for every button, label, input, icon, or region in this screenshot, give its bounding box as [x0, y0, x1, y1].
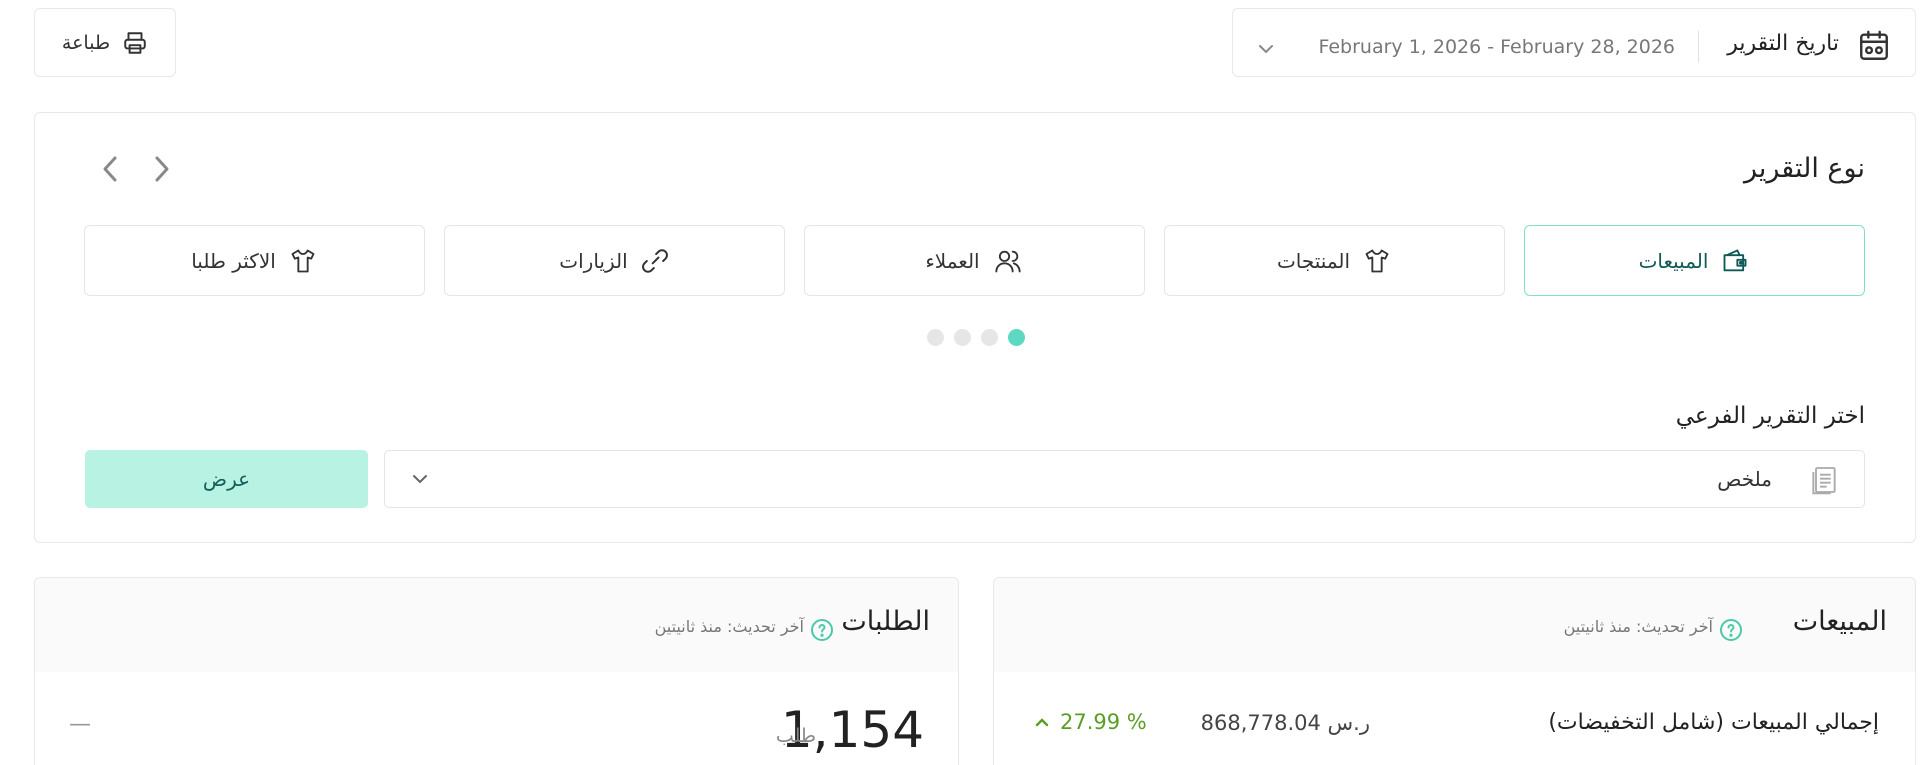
sub-report-label: اختر التقرير الفرعي — [1675, 403, 1865, 429]
total-sales-value: 868,778.04 ر.س — [1200, 711, 1370, 735]
orders-stats-card: الطلبات آخر تحديث: منذ ثانيتين 1,154 طلب… — [34, 577, 959, 765]
chevron-right-icon[interactable] — [151, 153, 171, 185]
tab-sales[interactable]: المبيعات — [1524, 225, 1865, 296]
tab-label: العملاء — [925, 248, 980, 273]
orders-unit: طلب — [775, 725, 816, 747]
divider — [1698, 31, 1699, 63]
report-type-panel: نوع التقرير المبيعات المنتجات العملاء ال… — [34, 112, 1916, 543]
users-icon — [994, 250, 1021, 272]
card-header: المبيعات آخر تحديث: منذ ثانيتين — [994, 578, 1915, 672]
carousel-dot[interactable] — [954, 329, 971, 346]
print-button[interactable]: طباعة — [34, 8, 176, 77]
tab-most-ordered[interactable]: الاكثر طلبا — [84, 225, 425, 296]
tab-label: المنتجات — [1276, 248, 1351, 273]
tab-visits[interactable]: الزيارات — [444, 225, 785, 296]
sales-change: 27.99 % — [1034, 710, 1147, 734]
carousel-dot[interactable] — [981, 329, 998, 346]
sub-report-select[interactable]: ملخص — [384, 450, 1865, 508]
wallet-icon — [1723, 249, 1747, 271]
show-button[interactable]: عرض — [85, 450, 368, 508]
chevron-left-icon[interactable] — [101, 153, 121, 185]
help-icon[interactable] — [810, 618, 834, 642]
tab-customers[interactable]: العملاء — [804, 225, 1145, 296]
sales-stats-card: المبيعات آخر تحديث: منذ ثانيتين إجمالي ا… — [993, 577, 1916, 765]
report-date-label: تاريخ التقرير — [1727, 31, 1839, 56]
card-header: الطلبات آخر تحديث: منذ ثانيتين — [35, 578, 958, 672]
report-type-tabs: المبيعات المنتجات العملاء الزيارات الاكث… — [83, 225, 1865, 296]
total-sales-label: إجمالي المبيعات (شامل التخفيضات) — [1548, 710, 1879, 735]
report-type-title: نوع التقرير — [1744, 153, 1865, 184]
last-updated: آخر تحديث: منذ ثانيتين — [654, 617, 804, 636]
print-label: طباعة — [61, 31, 111, 54]
carousel-pagination — [927, 329, 1025, 346]
orders-title: الطلبات — [841, 606, 930, 637]
carousel-dot[interactable] — [927, 329, 944, 346]
tshirt-icon — [291, 249, 315, 272]
sales-change-value: 27.99 % — [1060, 710, 1147, 734]
help-icon[interactable] — [1719, 618, 1743, 642]
calendar-icon — [1860, 30, 1888, 60]
link-icon — [641, 248, 668, 273]
sub-report-value: ملخص — [1717, 467, 1772, 491]
chevron-up-icon — [1035, 718, 1049, 727]
chevron-down-icon[interactable] — [1257, 43, 1275, 55]
orders-change: — — [69, 712, 91, 737]
report-date-picker[interactable]: تاريخ التقرير February 1, 2026 - Februar… — [1232, 8, 1916, 77]
last-updated: آخر تحديث: منذ ثانيتين — [1563, 617, 1713, 636]
tshirt-icon — [1365, 249, 1389, 272]
tab-products[interactable]: المنتجات — [1164, 225, 1505, 296]
carousel-dot-active[interactable] — [1008, 329, 1025, 346]
sales-title: المبيعات — [1792, 606, 1887, 637]
printer-icon — [124, 31, 146, 54]
document-icon — [1812, 467, 1836, 495]
tab-label: المبيعات — [1638, 248, 1709, 273]
tab-label: الزيارات — [559, 248, 628, 273]
tab-label: الاكثر طلبا — [191, 248, 276, 273]
chevron-down-icon — [413, 475, 427, 484]
date-range-value[interactable]: February 1, 2026 - February 28, 2026 — [1318, 36, 1675, 58]
